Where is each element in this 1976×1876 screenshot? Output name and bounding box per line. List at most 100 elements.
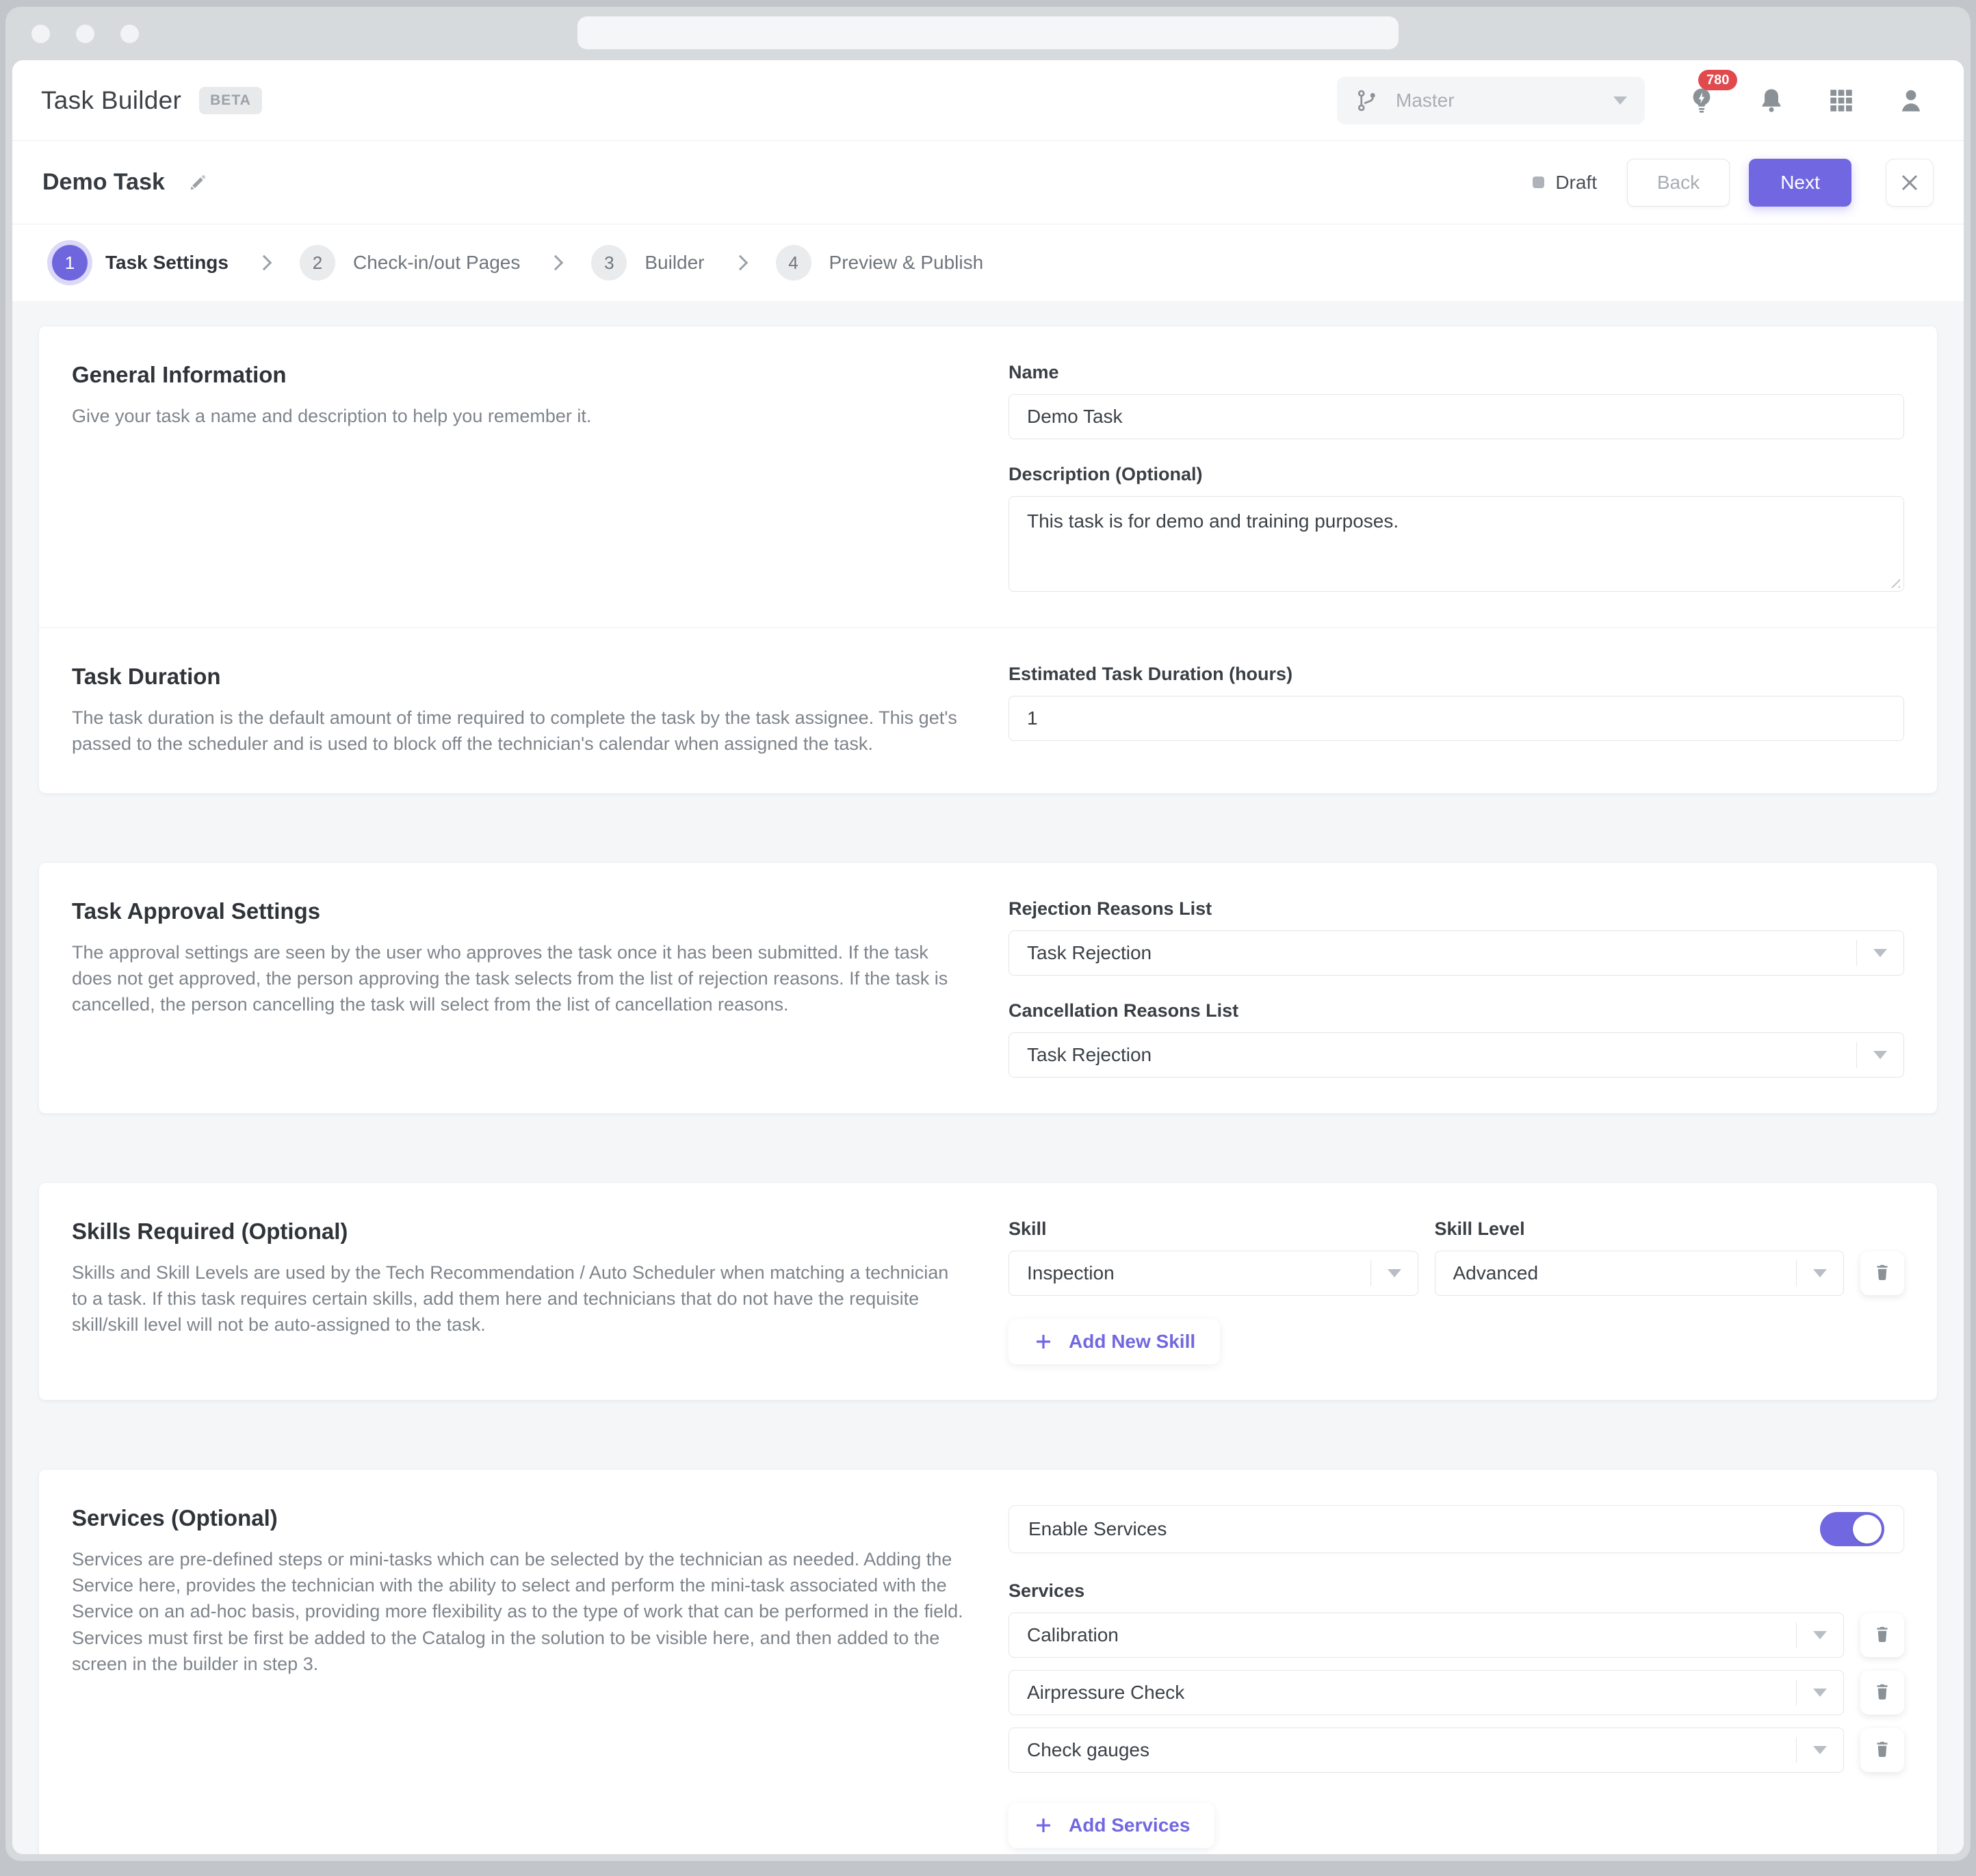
chevron-down-icon bbox=[1873, 1051, 1887, 1059]
description-textarea[interactable]: This task is for demo and training purpo… bbox=[1009, 496, 1904, 592]
section-title: Services (Optional) bbox=[72, 1505, 967, 1531]
chevron-down-icon bbox=[1613, 96, 1627, 105]
task-settings-page: General Information Give your task a nam… bbox=[12, 301, 1964, 1854]
service-entry-row: Calibration bbox=[1009, 1613, 1904, 1658]
service-value-1: Calibration bbox=[1027, 1624, 1796, 1646]
tips-button[interactable]: 780 bbox=[1687, 86, 1716, 115]
service-value-3: Check gauges bbox=[1027, 1739, 1796, 1761]
section-description: Give your task a name and description to… bbox=[72, 403, 967, 429]
window-maximize-dot[interactable] bbox=[120, 25, 139, 43]
profile-button[interactable] bbox=[1897, 86, 1925, 115]
address-bar[interactable] bbox=[577, 16, 1399, 49]
services-list-label: Services bbox=[1009, 1580, 1904, 1602]
service-value-2: Airpressure Check bbox=[1027, 1682, 1796, 1704]
duration-field-group: Estimated Task Duration (hours) 1 bbox=[1009, 664, 1904, 741]
chevron-right-icon bbox=[548, 255, 564, 271]
delete-service-button-2[interactable] bbox=[1860, 1671, 1904, 1715]
service-select-1[interactable]: Calibration bbox=[1009, 1613, 1844, 1658]
select-divider bbox=[1856, 940, 1857, 966]
next-button[interactable]: Next bbox=[1749, 159, 1851, 207]
add-new-skill-button[interactable]: Add New Skill bbox=[1009, 1319, 1220, 1364]
skill-level-select[interactable]: Advanced bbox=[1435, 1251, 1845, 1296]
step-2-number: 2 bbox=[300, 245, 335, 281]
skills-required-card: Skills Required (Optional) Skills and Sk… bbox=[38, 1182, 1938, 1401]
pencil-icon bbox=[187, 172, 209, 194]
close-builder-button[interactable] bbox=[1886, 159, 1934, 207]
step-checkinout-pages[interactable]: 2 Check-in/out Pages bbox=[300, 245, 520, 281]
task-approval-text: Task Approval Settings The approval sett… bbox=[72, 898, 967, 1078]
skills-text: Skills Required (Optional) Skills and Sk… bbox=[72, 1219, 967, 1364]
notifications-button[interactable] bbox=[1757, 86, 1786, 115]
skill-level-label: Skill Level bbox=[1435, 1219, 1845, 1240]
app-surface: Task Builder BETA Master bbox=[12, 60, 1964, 1854]
step-2-label: Check-in/out Pages bbox=[353, 252, 520, 274]
enable-services-label: Enable Services bbox=[1028, 1518, 1167, 1540]
add-services-button[interactable]: Add Services bbox=[1009, 1803, 1214, 1848]
plus-icon bbox=[1033, 1331, 1054, 1352]
services-card: Services (Optional) Services are pre-def… bbox=[38, 1469, 1938, 1854]
service-entry-row: Check gauges bbox=[1009, 1728, 1904, 1773]
step-preview-publish[interactable]: 4 Preview & Publish bbox=[776, 245, 984, 281]
branch-icon bbox=[1355, 88, 1379, 113]
header-icons: 780 bbox=[1687, 86, 1925, 115]
skills-fields: Skill Inspection Skill Level bbox=[1009, 1219, 1904, 1364]
name-input[interactable]: Demo Task bbox=[1009, 394, 1904, 439]
skill-group: Skill Inspection bbox=[1009, 1219, 1418, 1296]
section-title: Task Duration bbox=[72, 664, 967, 690]
bell-icon bbox=[1757, 86, 1786, 115]
window-close-dot[interactable] bbox=[31, 25, 50, 43]
step-3-number: 3 bbox=[591, 245, 627, 281]
chevron-down-icon bbox=[1813, 1746, 1827, 1754]
task-approval-fields: Rejection Reasons List Task Rejection Ca… bbox=[1009, 898, 1904, 1078]
service-select-2[interactable]: Airpressure Check bbox=[1009, 1670, 1844, 1715]
services-fields: Enable Services Services Calibration bbox=[1009, 1505, 1904, 1848]
step-1-label: Task Settings bbox=[105, 252, 229, 274]
cancellation-reasons-select[interactable]: Task Rejection bbox=[1009, 1032, 1904, 1078]
task-status: Draft bbox=[1533, 172, 1597, 194]
trash-icon bbox=[1872, 1740, 1893, 1760]
service-select-3[interactable]: Check gauges bbox=[1009, 1728, 1844, 1773]
rejection-reasons-select[interactable]: Task Rejection bbox=[1009, 930, 1904, 976]
section-description: The approval settings are seen by the us… bbox=[72, 939, 967, 1018]
chevron-down-icon bbox=[1388, 1269, 1401, 1277]
general-information-card: General Information Give your task a nam… bbox=[38, 326, 1938, 794]
cancellation-reasons-label: Cancellation Reasons List bbox=[1009, 1000, 1904, 1021]
trash-icon bbox=[1872, 1625, 1893, 1645]
status-label: Draft bbox=[1555, 172, 1597, 194]
add-services-label: Add Services bbox=[1069, 1814, 1190, 1836]
step-task-settings[interactable]: 1 Task Settings bbox=[52, 245, 229, 281]
delete-service-button-1[interactable] bbox=[1860, 1613, 1904, 1657]
beta-badge: BETA bbox=[199, 87, 262, 114]
duration-input[interactable]: 1 bbox=[1009, 696, 1904, 741]
resize-handle-icon[interactable] bbox=[1886, 574, 1900, 588]
task-approval-row: Task Approval Settings The approval sett… bbox=[39, 863, 1937, 1113]
edit-task-name-button[interactable] bbox=[187, 172, 209, 194]
delete-service-button-3[interactable] bbox=[1860, 1728, 1904, 1772]
window-minimize-dot[interactable] bbox=[76, 25, 94, 43]
back-button[interactable]: Back bbox=[1627, 159, 1730, 207]
name-field-group: Name Demo Task bbox=[1009, 362, 1904, 439]
delete-skill-button[interactable] bbox=[1860, 1251, 1904, 1295]
enable-services-toggle[interactable] bbox=[1820, 1512, 1884, 1546]
status-dot-icon bbox=[1533, 177, 1544, 188]
person-icon bbox=[1897, 86, 1925, 115]
description-field-group: Description (Optional) This task is for … bbox=[1009, 464, 1904, 592]
chevron-down-icon bbox=[1813, 1689, 1827, 1697]
select-divider bbox=[1796, 1622, 1797, 1648]
description-label: Description (Optional) bbox=[1009, 464, 1904, 485]
apps-button[interactable] bbox=[1827, 86, 1856, 115]
window-chrome bbox=[5, 7, 1971, 60]
select-divider bbox=[1796, 1260, 1797, 1286]
workspace-select[interactable]: Master bbox=[1337, 77, 1645, 125]
skill-label: Skill bbox=[1009, 1219, 1418, 1240]
close-icon bbox=[1899, 172, 1920, 193]
duration-label: Estimated Task Duration (hours) bbox=[1009, 664, 1904, 685]
section-description: Services are pre-defined steps or mini-t… bbox=[72, 1546, 967, 1678]
skill-select[interactable]: Inspection bbox=[1009, 1251, 1418, 1296]
select-divider bbox=[1796, 1737, 1797, 1763]
name-label: Name bbox=[1009, 362, 1904, 383]
service-entry-row: Airpressure Check bbox=[1009, 1670, 1904, 1715]
step-builder[interactable]: 3 Builder bbox=[591, 245, 704, 281]
rejection-reasons-value: Task Rejection bbox=[1027, 942, 1856, 964]
task-duration-row: Task Duration The task duration is the d… bbox=[39, 627, 1937, 793]
